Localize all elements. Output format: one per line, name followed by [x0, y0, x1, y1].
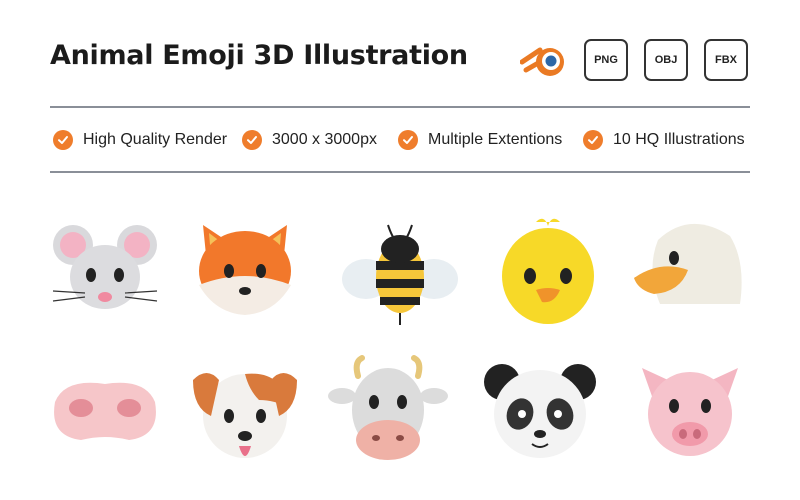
feature-item: Multiple Extentions [398, 127, 562, 153]
pig-emoji-icon [630, 350, 750, 470]
check-circle-icon [53, 130, 73, 150]
feature-label: Multiple Extentions [428, 131, 563, 148]
pig-nose-emoji-icon [45, 350, 165, 470]
cow-emoji-icon [328, 350, 448, 470]
divider-top [50, 106, 750, 108]
feature-label: High Quality Render [83, 131, 228, 148]
page-title: Animal Emoji 3D Illustration [50, 40, 468, 71]
obj-format-badge: OBJ [644, 39, 688, 81]
duck-emoji-icon [630, 210, 750, 330]
blender-logo-icon [520, 47, 564, 76]
bee-emoji-icon [340, 215, 460, 335]
png-format-badge: PNG [584, 39, 628, 81]
fox-emoji-icon [185, 205, 305, 325]
divider-bottom [50, 171, 750, 173]
check-circle-icon [242, 130, 262, 150]
feature-item: High Quality Render [53, 127, 227, 153]
check-circle-icon [583, 130, 603, 150]
feature-label: 10 HQ Illustrations [613, 131, 745, 148]
chick-emoji-icon [488, 210, 608, 330]
mouse-emoji-icon [45, 205, 165, 325]
feature-item: 10 HQ Illustrations [583, 127, 745, 153]
feature-label: 3000 x 3000px [272, 131, 377, 148]
dog-emoji-icon [185, 350, 305, 470]
fbx-format-badge: FBX [704, 39, 748, 81]
panda-emoji-icon [480, 350, 600, 470]
feature-item: 3000 x 3000px [242, 127, 377, 153]
check-circle-icon [398, 130, 418, 150]
